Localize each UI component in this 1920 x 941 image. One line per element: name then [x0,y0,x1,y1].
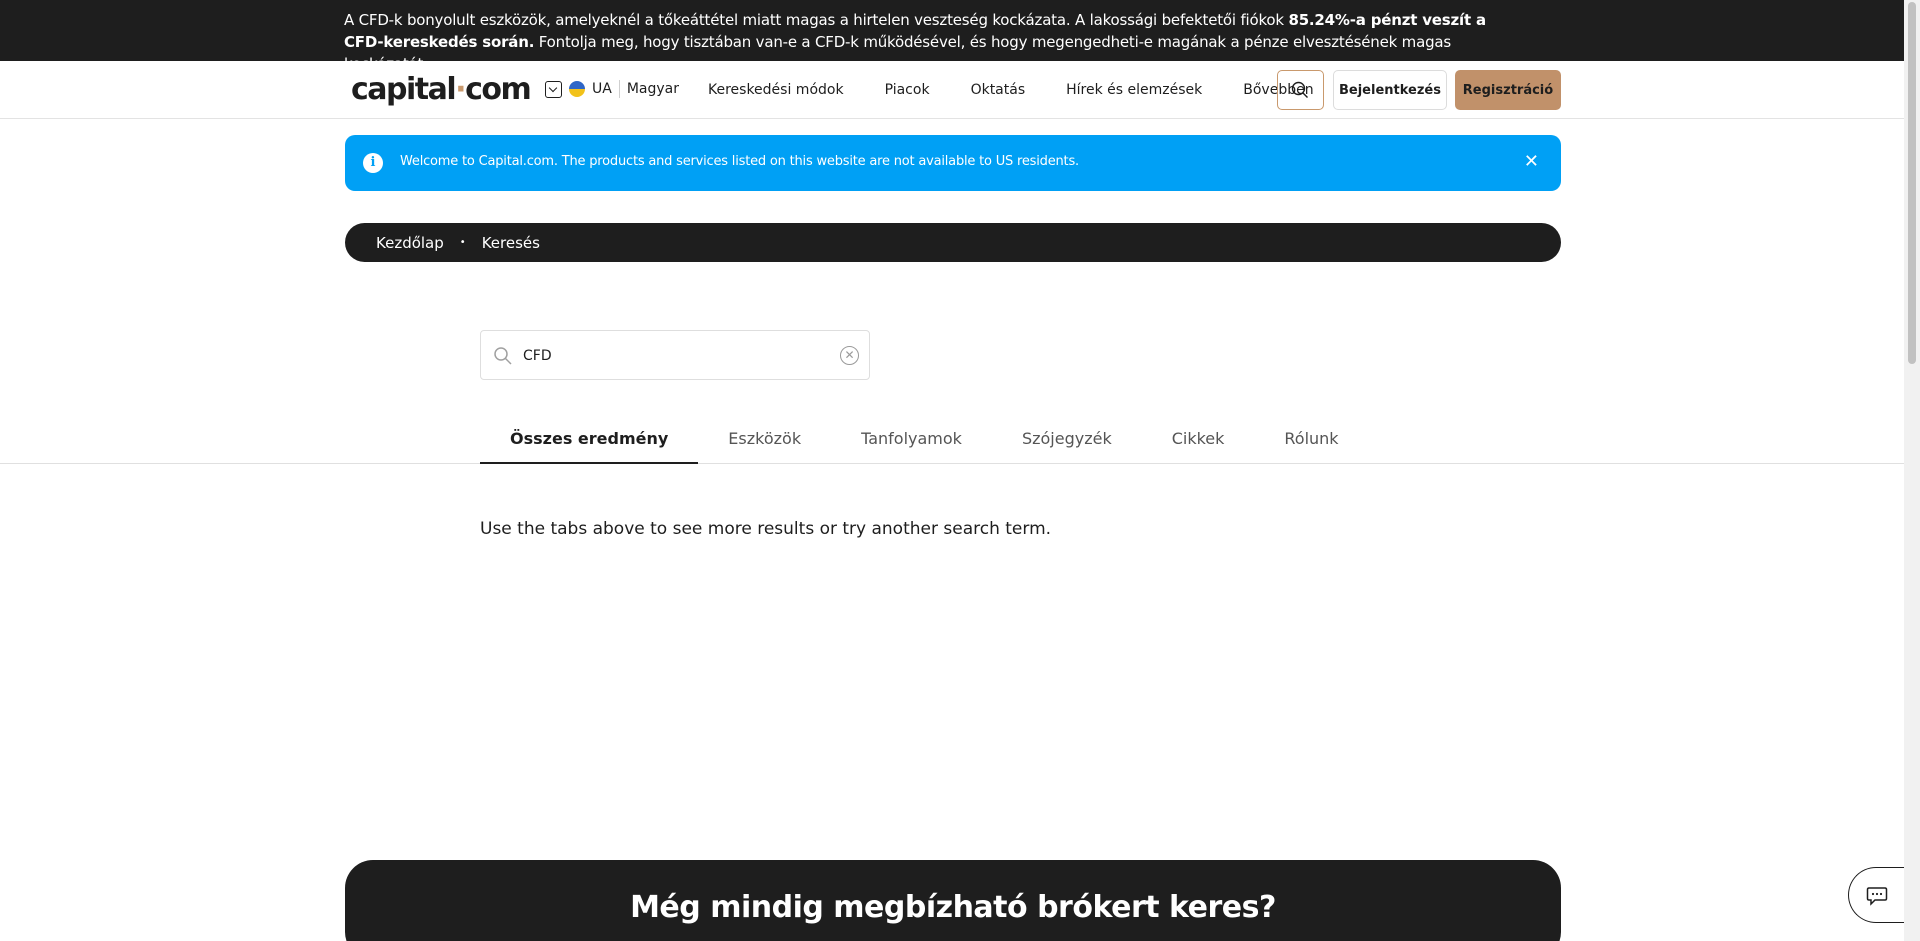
register-button[interactable]: Regisztráció [1455,70,1561,110]
tab-all-results[interactable]: Összes eredmény [480,429,699,464]
breadcrumb: Kezdőlap • Keresés [345,223,1561,262]
chat-button[interactable] [1848,867,1904,923]
info-icon: i [363,153,383,173]
cta-title: Még mindig megbízható brókert keres? [630,890,1276,925]
scrollbar-thumb[interactable] [1908,2,1916,364]
search-field: ✕ [480,330,870,380]
tab-glossary[interactable]: Szójegyzék [992,429,1142,464]
risk-warning-banner: A CFD-k bonyolult eszközök, amelyeknél a… [0,0,1904,73]
breadcrumb-current: Keresés [481,233,540,252]
language-label: Magyar [626,81,679,97]
search-icon [1291,81,1308,98]
broker-cta-section: Még mindig megbízható brókert keres? [345,860,1561,941]
chevron-down-icon [545,80,562,98]
tab-courses[interactable]: Tanfolyamok [831,429,992,464]
risk-text-start: A CFD-k bonyolult eszközök, amelyeknél a… [344,11,1289,29]
login-button[interactable]: Bejelentkezés [1333,70,1447,110]
page: A CFD-k bonyolult eszközök, amelyeknél a… [0,0,1920,941]
language-divider [618,80,620,98]
logo-dot: · [455,72,466,107]
site-header: capital·com UA Magyar Kereskedési módok … [0,61,1904,119]
nav-item-education[interactable]: Oktatás [971,82,1026,98]
breadcrumb-home[interactable]: Kezdőlap [376,234,444,252]
capital-com-logo[interactable]: capital·com [351,72,532,107]
tab-articles[interactable]: Cikkek [1142,429,1255,464]
header-search-button[interactable] [1277,70,1324,110]
empty-results-message: Use the tabs above to see more results o… [480,519,1052,539]
close-icon[interactable]: ✕ [1524,151,1539,173]
result-tabs: Összes eredmény Eszközök Tanfolyamok Szó… [480,429,1369,464]
info-banner-text: Welcome to Capital.com. The products and… [400,154,1079,169]
nav-item-trading-modes[interactable]: Kereskedési módok [708,82,844,98]
nav-item-markets[interactable]: Piacok [885,82,930,98]
us-residents-info-banner: i Welcome to Capital.com. The products a… [345,135,1561,191]
clear-icon[interactable]: ✕ [840,346,859,365]
ukraine-flag-icon [569,81,585,97]
main-nav: Kereskedési módok Piacok Oktatás Hírek é… [708,82,1355,98]
logo-text-left: capital [351,72,457,107]
nav-item-news-analysis[interactable]: Hírek és elemzések [1066,82,1202,98]
search-input[interactable] [523,343,813,369]
page-scrollbar[interactable] [1904,0,1920,941]
language-selector[interactable]: UA Magyar [545,80,679,98]
breadcrumb-separator: • [459,237,466,248]
tab-about-us[interactable]: Rólunk [1254,429,1368,464]
tab-assets[interactable]: Eszközök [698,429,831,464]
region-code: UA [592,81,612,97]
search-icon [494,347,512,365]
logo-text-right: com [465,72,532,107]
chat-icon [1866,887,1888,906]
